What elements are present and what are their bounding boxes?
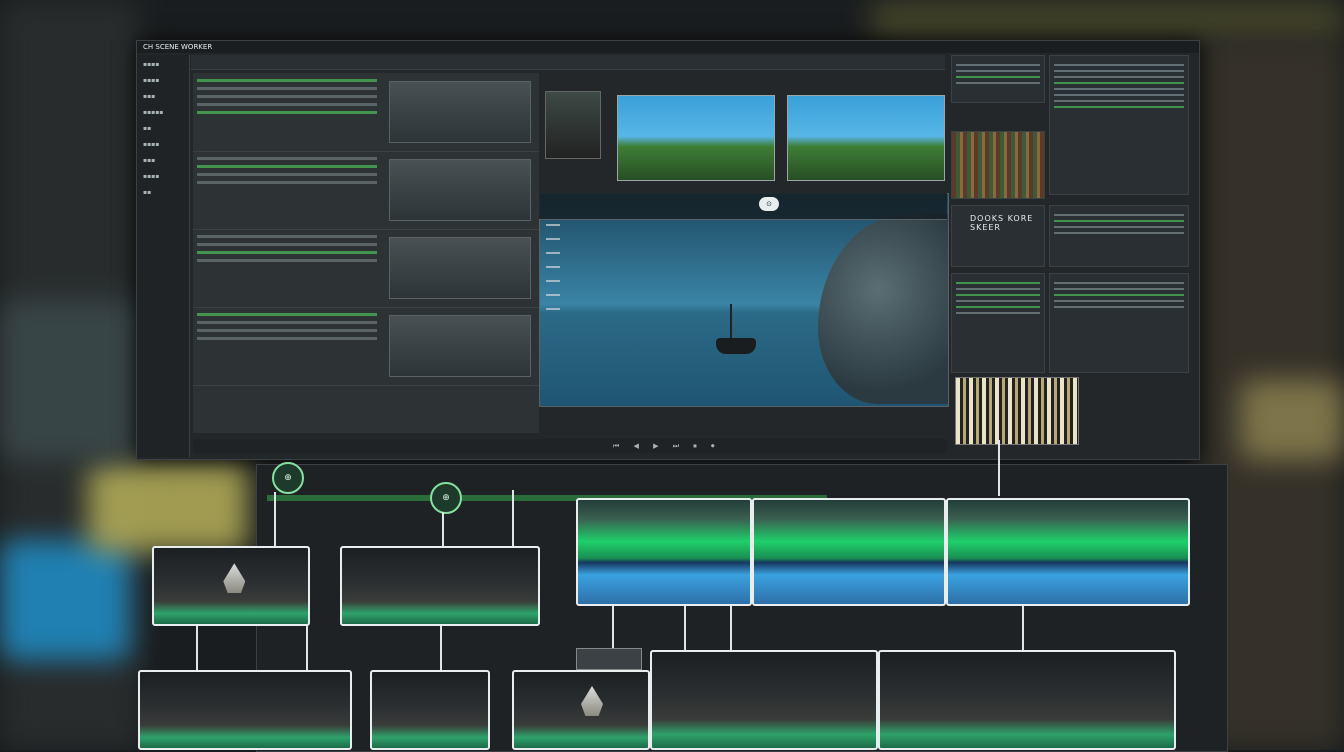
timeline-node-icon[interactable]: ⊕ [272,462,304,494]
timeline-clip[interactable] [946,498,1190,606]
inspector-block: DOOKS KORE SKEER [951,205,1045,267]
media-row[interactable] [193,151,539,230]
timeline-clip[interactable] [878,650,1176,750]
window-title: CH SCENE WORKER [137,41,1199,53]
rail-item[interactable]: ▪▪▪ [143,93,183,103]
rail-item[interactable]: ▪▪▪▪ [143,61,183,71]
filmstrip-thumbnail[interactable] [955,377,1079,445]
inspector-block [951,55,1045,103]
source-clip-preview[interactable] [617,95,775,181]
media-thumbnail[interactable] [389,159,531,221]
inspector-block [951,273,1045,373]
rail-item[interactable]: ▪▪▪▪ [143,141,183,151]
inspector-block [1049,55,1189,195]
program-viewer[interactable] [539,193,949,407]
boat [716,338,756,354]
left-rail: ▪▪▪▪ ▪▪▪▪ ▪▪▪ ▪▪▪▪▪ ▪▪ ▪▪▪▪ ▪▪▪ ▪▪▪▪ ▪▪ [137,55,190,457]
media-thumbnail[interactable] [389,237,531,299]
viewer-badge-icon[interactable]: ⊙ [759,197,779,211]
rail-item[interactable]: ▪▪▪ [143,157,183,167]
scope-display [951,131,1045,199]
timeline-clip[interactable] [152,546,310,626]
media-bin [193,73,539,433]
media-row[interactable] [193,229,539,308]
preview-thumbnail[interactable] [545,91,601,159]
inspector-block [1049,273,1189,373]
editor-window: CH SCENE WORKER ▪▪▪▪ ▪▪▪▪ ▪▪▪ ▪▪▪▪▪ ▪▪ ▪… [136,40,1200,460]
timeline-clip[interactable] [650,650,878,750]
timeline-clip[interactable] [340,546,540,626]
rail-item[interactable]: ▪▪ [143,189,183,199]
transport-controls[interactable]: ⏮ ◀ ▶ ⏭ ⏹ ⏺ [193,439,947,453]
inspector-block [1049,205,1189,267]
timeline-clip[interactable] [512,670,650,750]
viewer-scale [546,224,576,322]
timeline-clip[interactable] [370,670,490,750]
rail-item[interactable]: ▪▪▪▪▪ [143,109,183,119]
rail-item[interactable]: ▪▪▪▪ [143,173,183,183]
timeline-clip[interactable] [576,498,752,606]
timeline-clip[interactable] [138,670,352,750]
media-thumbnail[interactable] [389,315,531,377]
media-row[interactable] [193,307,539,386]
media-thumbnail[interactable] [389,81,531,143]
timeline-node-icon[interactable]: ⊕ [430,482,462,514]
timeline-clip[interactable] [752,498,946,606]
panel-heading: DOOKS KORE SKEER [970,214,1034,232]
viewer-header [539,193,947,220]
media-row[interactable] [193,73,539,152]
toolbar[interactable] [191,55,945,70]
source-clip-preview[interactable] [787,95,945,181]
clip-label-chip[interactable] [576,648,642,670]
rail-item[interactable]: ▪▪▪▪ [143,77,183,87]
rail-item[interactable]: ▪▪ [143,125,183,135]
